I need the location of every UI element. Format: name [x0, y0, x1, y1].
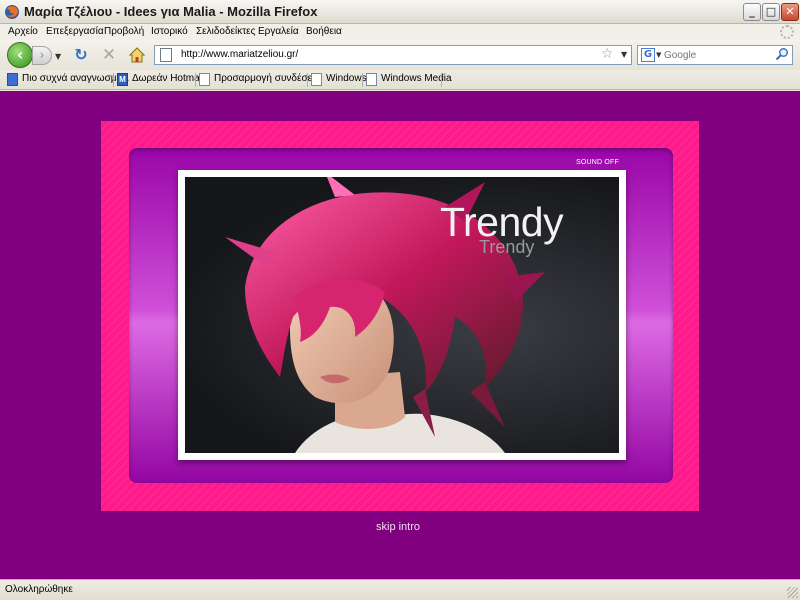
bookmark-windows[interactable]: Windows	[311, 73, 367, 87]
skip-intro-link[interactable]: skip intro	[376, 521, 420, 533]
search-input[interactable]	[664, 48, 772, 62]
firefox-icon	[5, 5, 19, 19]
bookmark-separator	[362, 73, 363, 87]
intro-frame: SOUND OFF Trendy Trendy	[101, 121, 699, 511]
url-dropdown-icon[interactable]: ▼	[621, 50, 627, 59]
bookmark-separator	[195, 73, 196, 87]
page-icon	[160, 48, 172, 62]
home-button[interactable]	[128, 46, 146, 64]
search-icon[interactable]	[775, 47, 789, 61]
address-url[interactable]: http://www.mariatzeliou.gr/	[181, 49, 298, 60]
page-content: SOUND OFF Trendy Trendy skip intro	[0, 91, 800, 579]
intro-photo: Trendy Trendy	[185, 177, 619, 453]
address-bar[interactable]: http://www.mariatzeliou.gr/ ☆ ▼	[154, 45, 632, 65]
minimize-button[interactable]: _	[743, 3, 761, 21]
history-dropdown-icon[interactable]: ▼	[55, 52, 63, 61]
photo-frame: Trendy Trendy	[178, 170, 626, 460]
headline-subtitle: Trendy	[479, 237, 535, 257]
bookmark-hotmail[interactable]: M Δωρεάν Hotmail	[117, 73, 204, 87]
menu-help[interactable]: Βοήθεια	[306, 26, 342, 37]
msn-icon: M	[117, 73, 128, 86]
window-titlebar: Μαρία Τζέλιου - Idees για Malia - Mozill…	[0, 0, 800, 24]
resize-grip-icon[interactable]	[787, 587, 798, 598]
stop-button[interactable]: ✕	[100, 46, 118, 64]
forward-button[interactable]: ›	[32, 46, 52, 65]
page-icon	[199, 73, 210, 86]
bookmark-separator	[441, 73, 442, 87]
bookmark-most-visited[interactable]: Πιο συχνά αναγνωσμέ...	[7, 73, 129, 87]
navigation-toolbar: ‹ › ▼ ↻ ✕ http://www.mariatzeliou.gr/ ☆ …	[0, 40, 800, 70]
bookmarks-toolbar: Πιο συχνά αναγνωσμέ... M Δωρεάν Hotmail …	[0, 70, 800, 90]
window-title: Μαρία Τζέλιου - Idees για Malia - Mozill…	[24, 4, 318, 19]
bookmark-customize-links[interactable]: Προσαρμογή συνδέσε...	[199, 73, 320, 87]
back-button[interactable]: ‹	[7, 42, 33, 68]
page-icon	[311, 73, 322, 86]
bookmark-separator	[113, 73, 114, 87]
menu-bar: Αρχείο Επεξεργασία Προβολή Ιστορικό Σελι…	[0, 24, 800, 40]
bookmark-label: Windows	[326, 73, 367, 84]
intro-panel: SOUND OFF Trendy Trendy	[129, 148, 673, 483]
menu-edit[interactable]: Επεξεργασία	[46, 26, 104, 37]
close-button[interactable]: ✕	[781, 3, 799, 21]
status-bar: Ολοκληρώθηκε	[0, 579, 800, 600]
maximize-button[interactable]: □	[762, 3, 780, 21]
bookmark-label: Προσαρμογή συνδέσε...	[214, 73, 321, 84]
reload-button[interactable]: ↻	[72, 46, 90, 64]
bookmark-separator	[307, 73, 308, 87]
menu-tools[interactable]: Εργαλεία	[258, 26, 299, 37]
search-box[interactable]: G ▼	[637, 45, 793, 65]
bookmark-label: Δωρεάν Hotmail	[132, 73, 205, 84]
bookmark-blue-icon	[7, 73, 18, 86]
throbber-icon	[780, 25, 794, 39]
bookmark-windows-media[interactable]: Windows Media	[366, 73, 452, 87]
google-engine-icon[interactable]: G	[641, 48, 655, 62]
page-icon	[366, 73, 377, 86]
menu-bookmarks[interactable]: Σελιδοδείκτες	[196, 26, 255, 37]
engine-dropdown-icon[interactable]: ▼	[656, 51, 661, 59]
menu-file[interactable]: Αρχείο	[8, 26, 38, 37]
menu-view[interactable]: Προβολή	[104, 26, 144, 37]
menu-history[interactable]: Ιστορικό	[151, 26, 188, 37]
sound-off-button[interactable]: SOUND OFF	[576, 159, 619, 166]
bookmark-star-icon[interactable]: ☆	[601, 46, 614, 62]
status-text: Ολοκληρώθηκε	[5, 584, 73, 595]
